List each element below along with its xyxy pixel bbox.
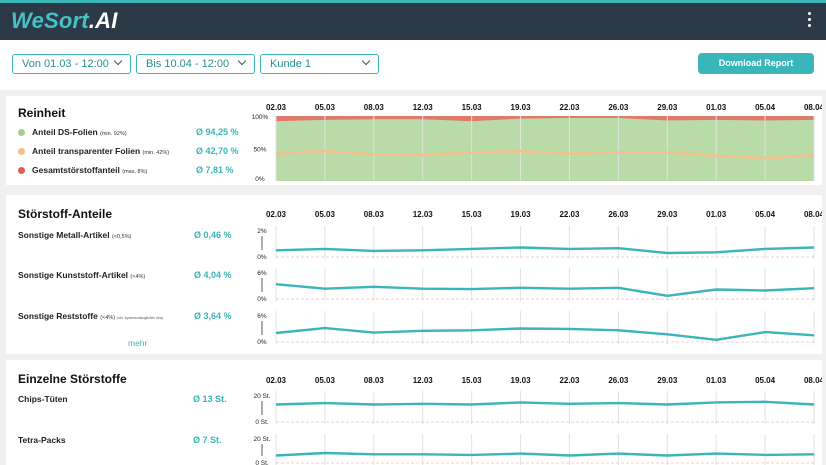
axis-label-top: 6% (257, 313, 267, 320)
axis-label-top: 20 St. (254, 436, 271, 443)
chevron-down-icon (113, 56, 123, 66)
axis-label-bottom: 0 St. (255, 460, 269, 465)
axis-label-50: 50% (253, 147, 266, 154)
date-label: 12.03 (413, 210, 434, 219)
date-label: 02.03 (266, 210, 287, 219)
axis-label-top: 6% (257, 270, 267, 277)
date-label: 12.03 (413, 376, 434, 385)
date-label: 02.03 (266, 103, 287, 112)
date-label: 01.03 (706, 210, 727, 219)
chevron-down-icon (361, 56, 371, 66)
top-bar: WeSort.AI (0, 0, 826, 40)
date-label: 26.03 (608, 210, 629, 219)
einzelne-chart[interactable]: 02.03 05.03 08.03 12.03 15.03 19.03 22.03 26.03… (6, 360, 822, 465)
axis-label-100: 100% (252, 114, 269, 121)
chevron-down-icon (237, 56, 247, 66)
axis-label-0: 0% (255, 176, 265, 183)
filter-bar: Von 01.03 - 12:00 Bis 10.04 - 12:00 Kund… (0, 40, 826, 90)
download-report-button[interactable]: Download Report (698, 53, 814, 74)
date-label: 22.03 (559, 210, 580, 219)
axis-label-top: 2% (257, 228, 267, 235)
date-label: 05.03 (315, 210, 336, 219)
date-label: 26.03 (608, 376, 629, 385)
date-label: 08.04 (804, 210, 822, 219)
date-label: 26.03 (608, 103, 629, 112)
date-label: 08.04 (804, 103, 822, 112)
date-label: 01.03 (706, 376, 727, 385)
date-label: 05.03 (315, 376, 336, 385)
date-label: 15.03 (462, 210, 483, 219)
date-label: 08.03 (364, 210, 385, 219)
date-label: 22.03 (559, 376, 580, 385)
date-label: 29.03 (657, 103, 678, 112)
date-label: 08.03 (364, 103, 385, 112)
area-ds-folien (276, 118, 814, 181)
date-label: 01.03 (706, 103, 727, 112)
date-label: 05.03 (315, 103, 336, 112)
more-menu-icon[interactable] (806, 12, 812, 32)
customer-select[interactable]: Kunde 1 (260, 54, 379, 74)
axis-label-bottom: 0% (257, 254, 267, 261)
series-line (275, 451, 815, 457)
reinheit-panel: Reinheit Anteil DS-Folien (min. 92%) Ø 9… (6, 96, 822, 185)
axis-label-top: 20 St. (254, 393, 271, 400)
date-label: 02.03 (266, 376, 287, 385)
customer-value: Kunde 1 (270, 58, 311, 70)
logo-text: WeSort (11, 8, 89, 33)
date-from-value: Von 01.03 - 12:00 (22, 58, 109, 70)
einzelne-panel: Einzelne Störstoffe Chips-Tüten Ø 13 St.… (6, 360, 822, 465)
date-label: 12.03 (413, 103, 434, 112)
date-label: 19.03 (511, 103, 532, 112)
date-label: 29.03 (657, 376, 678, 385)
date-label: 19.03 (511, 376, 532, 385)
axis-label-bottom: 0% (257, 296, 267, 303)
stoerstoff-chart[interactable]: 02.03 05.03 08.03 12.03 15.03 19.03 22.03 26.03… (6, 195, 822, 354)
date-to-value: Bis 10.04 - 12:00 (146, 58, 230, 70)
series-line (275, 283, 815, 297)
date-label: 15.03 (462, 103, 483, 112)
date-label: 05.04 (755, 210, 776, 219)
date-to-select[interactable]: Bis 10.04 - 12:00 (136, 54, 255, 74)
date-label: 22.03 (559, 103, 580, 112)
series-line (275, 246, 815, 255)
date-label: 29.03 (657, 210, 678, 219)
date-label: 05.04 (755, 376, 776, 385)
axis-label-bottom: 0% (257, 339, 267, 346)
date-label: 05.04 (755, 103, 776, 112)
reinheit-chart[interactable]: 02.03 05.03 08.03 12.03 15.03 19.03 22.03 26.03… (6, 96, 822, 185)
app-logo[interactable]: WeSort.AI (11, 8, 118, 34)
series-line (275, 326, 815, 341)
date-label: 15.03 (462, 376, 483, 385)
date-from-select[interactable]: Von 01.03 - 12:00 (12, 54, 131, 74)
series-line (275, 400, 815, 406)
stoerstoff-panel: Störstoff-Anteile Sonstige Metall-Artike… (6, 195, 822, 354)
date-label: 19.03 (511, 210, 532, 219)
date-label: 08.03 (364, 376, 385, 385)
axis-label-bottom: 0 St. (255, 419, 269, 426)
date-label: 08.04 (804, 376, 822, 385)
logo-suffix: .AI (88, 8, 118, 33)
